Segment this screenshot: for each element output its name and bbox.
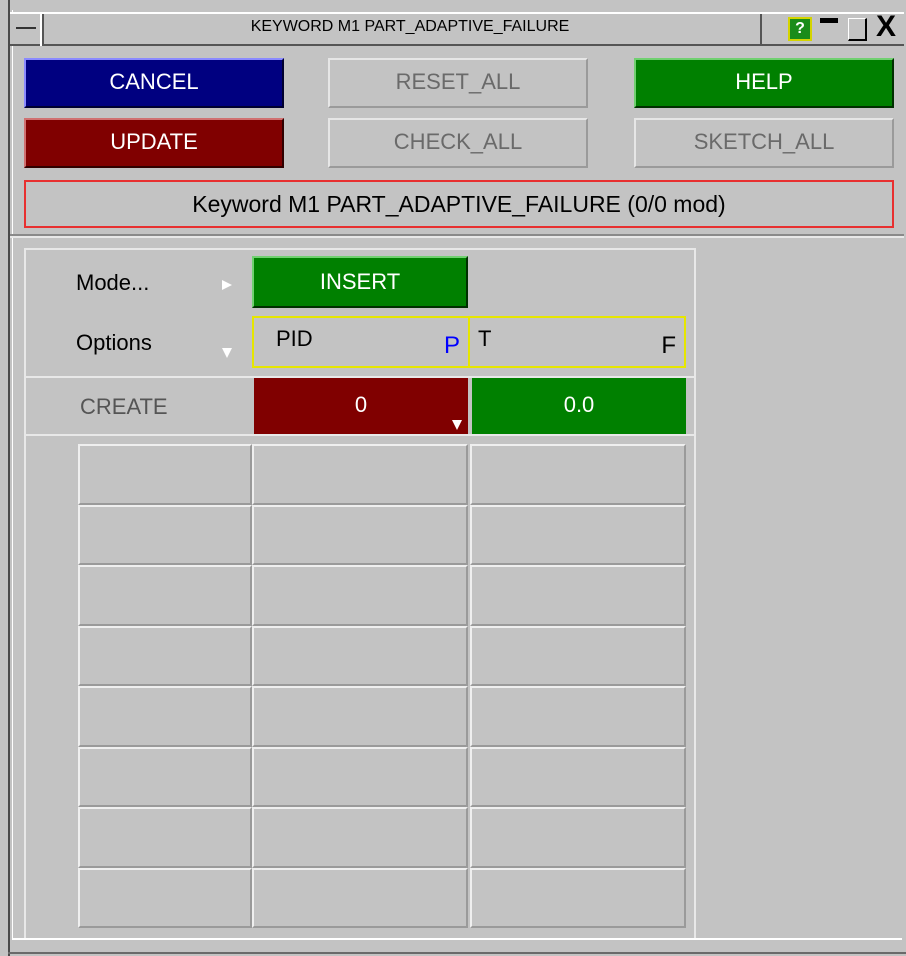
keyword-editor-window: KEYWORD M1 PART_ADAPTIVE_FAILURE ? X CAN… [0, 0, 906, 956]
create-t-field[interactable]: 0.0 [472, 378, 686, 434]
update-button[interactable]: UPDATE [24, 118, 284, 168]
title-bar[interactable]: KEYWORD M1 PART_ADAPTIVE_FAILURE ? X [10, 12, 904, 46]
column-header-t-label: T [478, 326, 492, 351]
divider [10, 236, 904, 238]
grid-cell[interactable] [252, 565, 468, 626]
minimize-button[interactable] [818, 16, 840, 42]
grid-cell[interactable] [78, 625, 252, 686]
grid-cell[interactable] [470, 565, 686, 626]
close-icon[interactable]: X [872, 12, 900, 42]
maximize-button[interactable] [846, 16, 868, 42]
check-all-button[interactable]: CHECK_ALL [328, 118, 588, 168]
create-pid-value: 0 [354, 392, 368, 417]
cancel-button[interactable]: CANCEL [24, 58, 284, 108]
help-icon[interactable]: ? [788, 17, 812, 41]
mode-arrow-icon[interactable] [222, 280, 232, 290]
grid-cell[interactable] [470, 686, 686, 747]
options-dropdown-icon[interactable] [222, 348, 232, 358]
grid-cell[interactable] [78, 807, 252, 868]
grid-cell[interactable] [78, 686, 252, 747]
title-separator-right [760, 14, 762, 44]
grid-cell[interactable] [470, 444, 686, 505]
grid-cell[interactable] [78, 565, 252, 626]
grid-cell[interactable] [470, 807, 686, 868]
sketch-all-button[interactable]: SKETCH_ALL [634, 118, 894, 168]
grid-cell[interactable] [78, 504, 252, 565]
grid-cell[interactable] [252, 867, 468, 928]
grid-cell[interactable] [78, 746, 252, 807]
window-left-highlight [12, 10, 13, 940]
keyword-status-box: Keyword M1 PART_ADAPTIVE_FAILURE (0/0 mo… [24, 180, 894, 228]
mode-label[interactable]: Mode... [76, 270, 149, 296]
grid-cell[interactable] [252, 746, 468, 807]
grid-cell[interactable] [470, 746, 686, 807]
options-label[interactable]: Options [76, 330, 152, 356]
window-bottom-highlight [12, 938, 902, 940]
column-header-pid-label: PID [276, 326, 313, 351]
grid-cell[interactable] [252, 625, 468, 686]
column-header-t[interactable]: T F [468, 316, 686, 368]
mode-insert-button[interactable]: INSERT [252, 256, 468, 308]
grid-cell[interactable] [470, 625, 686, 686]
create-label[interactable]: CREATE [80, 394, 168, 420]
pid-dropdown-icon[interactable] [452, 420, 462, 430]
create-row-bottom-rule [24, 434, 696, 436]
grid-cell[interactable] [252, 686, 468, 747]
grid-cell[interactable] [470, 504, 686, 565]
grid-cell[interactable] [252, 807, 468, 868]
window-menu-button[interactable] [10, 14, 44, 44]
grid-cell[interactable] [252, 444, 468, 505]
title-separator [40, 12, 42, 46]
minimize-icon [820, 18, 838, 23]
create-pid-field[interactable]: 0 [254, 378, 468, 434]
reset-all-button[interactable]: RESET_ALL [328, 58, 588, 108]
grid-cell[interactable] [78, 444, 252, 505]
window-left-edge [8, 0, 10, 956]
grid-cell[interactable] [470, 867, 686, 928]
maximize-icon [848, 18, 867, 41]
pid-type-tag: P [443, 332, 460, 359]
menu-bar-icon [16, 27, 36, 29]
window-title: KEYWORD M1 PART_ADAPTIVE_FAILURE [250, 18, 570, 35]
grid-cell[interactable] [252, 504, 468, 565]
window-bottom-edge [8, 952, 906, 954]
t-type-tag: F [661, 332, 676, 359]
help-button[interactable]: HELP [634, 58, 894, 108]
create-t-value: 0.0 [563, 392, 595, 417]
grid-cell[interactable] [78, 867, 252, 928]
column-header-pid[interactable]: PID P [252, 316, 470, 368]
